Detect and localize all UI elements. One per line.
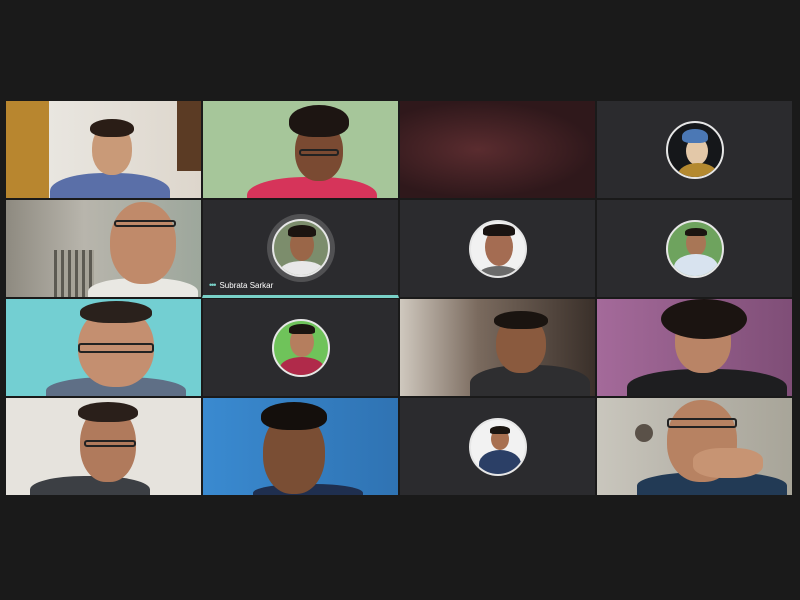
- participant-tile-10[interactable]: [202, 298, 399, 397]
- glasses: [84, 440, 136, 447]
- participant-tile-13[interactable]: [5, 397, 202, 496]
- person-body: [30, 476, 150, 495]
- more-dots-icon[interactable]: •••: [209, 280, 217, 290]
- profile-photo-avatar: [665, 219, 724, 278]
- person-hair: [289, 105, 349, 137]
- person-hair: [80, 301, 152, 323]
- person-hair: [261, 402, 327, 430]
- profile-photo-avatar: [271, 218, 330, 277]
- wall-clock: [635, 424, 653, 442]
- person-body: [627, 369, 787, 396]
- person-hair: [90, 119, 134, 137]
- participant-tile-1[interactable]: [5, 100, 202, 199]
- glasses: [299, 149, 339, 156]
- participant-tile-9[interactable]: [5, 298, 202, 397]
- participant-tile-12[interactable]: [596, 298, 793, 397]
- glasses: [78, 343, 154, 353]
- participant-tile-15[interactable]: [399, 397, 596, 496]
- glasses: [667, 418, 737, 428]
- profile-photo-avatar: [468, 417, 527, 476]
- participant-name-label: ••• Subrata Sarkar: [209, 280, 273, 290]
- picture-frame: [177, 101, 201, 171]
- person-hair: [494, 311, 548, 329]
- person-hair: [78, 402, 138, 422]
- participant-tile-2[interactable]: [202, 100, 399, 199]
- participant-tile-6[interactable]: ••• Subrata Sarkar: [202, 199, 399, 298]
- glasses: [114, 220, 176, 227]
- participant-tile-7[interactable]: [399, 199, 596, 298]
- participant-tile-3[interactable]: [399, 100, 596, 199]
- participant-tile-11[interactable]: [399, 298, 596, 397]
- person-hair: [661, 299, 747, 339]
- participant-tile-14[interactable]: [202, 397, 399, 496]
- participant-name: Subrata Sarkar: [219, 280, 274, 290]
- participant-tile-5[interactable]: [5, 199, 202, 298]
- participant-tile-4[interactable]: [596, 100, 793, 199]
- painting-portrait-avatar: [665, 120, 724, 179]
- person-hand: [693, 448, 763, 478]
- person-body: [50, 173, 170, 198]
- participant-tile-16[interactable]: [596, 397, 793, 496]
- profile-photo-avatar: [468, 219, 527, 278]
- person-head: [110, 202, 176, 284]
- video-feed: [400, 101, 595, 198]
- participant-tile-8[interactable]: [596, 199, 793, 298]
- profile-photo-avatar: [271, 318, 330, 377]
- participant-grid: ••• Subrata Sarkar: [5, 100, 793, 496]
